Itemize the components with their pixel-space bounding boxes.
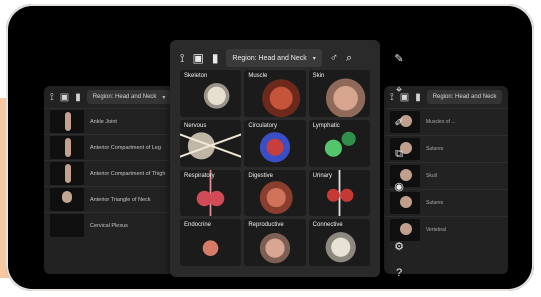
system-tile[interactable]: Respiratory xyxy=(180,169,242,217)
system-tile-label: Circulatory xyxy=(248,122,278,129)
app-preview-frame: ⟟ ▣ ▮ Region: Head and Neck ▾ Ankle Join… xyxy=(6,4,534,291)
system-tile-label: Connective xyxy=(312,222,343,229)
system-tile-label: Respiratory xyxy=(184,172,215,179)
system-tile[interactable]: Circulatory xyxy=(244,119,306,167)
system-tile[interactable]: Lymphatic xyxy=(308,119,370,167)
region-dropdown[interactable]: Region: Head and Neck ▾ xyxy=(226,49,322,67)
list-item[interactable]: Anterior Triangle of Neck xyxy=(44,186,184,212)
list-item-label: Sutures xyxy=(426,200,444,206)
system-tile-label: Skin xyxy=(312,73,325,79)
list-thumb xyxy=(50,188,84,211)
system-tile-label: Endocrine xyxy=(184,222,212,229)
help-icon[interactable]: ? xyxy=(396,267,402,279)
center-panel: ⟟ ▣ ▮ Region: Head and Neck ▾ ♂ ⌕ Skelet… xyxy=(170,40,380,277)
chevron-down-icon: ▾ xyxy=(312,55,316,62)
body-systems-grid: Skeleton Muscle Skin Nervous Circulatory… xyxy=(180,70,370,266)
gender-icon[interactable]: ♂ xyxy=(330,52,338,64)
body-icon[interactable]: ⟟ xyxy=(50,92,54,103)
system-tile-label: Nervous xyxy=(184,122,207,129)
system-tile[interactable]: Muscle xyxy=(244,70,306,117)
bookmark-icon[interactable]: ▮ xyxy=(75,92,81,103)
list-item-label: Sutures xyxy=(426,146,444,152)
list-thumb xyxy=(50,162,84,185)
list-item[interactable]: Ankle Joint xyxy=(44,108,184,134)
share-icon[interactable]: ⧉ xyxy=(391,146,407,162)
system-tile-label: Skeleton xyxy=(184,73,208,79)
system-tile[interactable]: Connective xyxy=(308,219,370,266)
center-toolbar: ⟟ ▣ ▮ Region: Head and Neck ▾ ♂ ⌕ xyxy=(170,46,380,70)
left-toolbar: ⟟ ▣ ▮ Region: Head and Neck ▾ xyxy=(44,86,184,108)
camera-icon[interactable]: ◉ xyxy=(391,178,407,194)
tool-rail-bottom: ⚙ ? xyxy=(386,240,412,279)
system-tile[interactable]: Digestive xyxy=(244,169,306,217)
system-tile[interactable]: Skeleton xyxy=(180,70,242,117)
system-tile[interactable]: Skin xyxy=(308,70,370,117)
pen-icon[interactable]: ✎ xyxy=(391,50,407,66)
system-tile[interactable]: Reproductive xyxy=(244,219,306,266)
list-thumb xyxy=(50,136,84,159)
system-tile[interactable]: Urinary xyxy=(308,169,370,217)
region-dropdown[interactable]: Region: Head and Neck ▾ xyxy=(86,90,172,104)
pin-icon[interactable]: ⌖ xyxy=(391,82,407,98)
list-item[interactable]: Anterior Compartment of Thigh xyxy=(44,160,184,186)
list-thumb xyxy=(50,214,84,237)
list-item-label: Anterior Triangle of Neck xyxy=(90,196,151,203)
system-tile-label: Urinary xyxy=(312,172,332,179)
list-item[interactable]: Anterior Compartment of Leg xyxy=(44,134,184,160)
highlighter-icon[interactable]: ✐ xyxy=(391,114,407,130)
left-panel: ⟟ ▣ ▮ Region: Head and Neck ▾ Ankle Join… xyxy=(44,86,184,274)
region-dropdown[interactable]: Region: Head and Neck xyxy=(426,90,503,104)
list-item-label: Anterior Compartment of Leg xyxy=(90,144,161,151)
box-icon[interactable]: ▣ xyxy=(192,51,203,65)
list-item-label: Skull xyxy=(426,173,437,179)
settings-icon[interactable]: ⚙ xyxy=(394,240,404,253)
list-item-label: Ankle Joint xyxy=(90,118,117,125)
system-tile-label: Digestive xyxy=(248,172,274,179)
system-tile[interactable]: Nervous xyxy=(180,119,242,167)
system-tile-label: Lymphatic xyxy=(312,122,340,129)
system-tile[interactable]: Endocrine xyxy=(180,219,242,266)
list-item-label: Anterior Compartment of Thigh xyxy=(90,170,166,177)
tool-rail: ✎ ⌖ ✐ ⧉ ◉ xyxy=(386,50,412,272)
list-item-label: Cervical Plexus xyxy=(90,222,128,229)
left-list: Ankle Joint Anterior Compartment of Leg … xyxy=(44,108,184,274)
region-label: Region: Head and Neck xyxy=(432,94,497,100)
search-icon[interactable]: ⌕ xyxy=(346,52,352,65)
system-tile-label: Reproductive xyxy=(248,222,284,229)
region-label: Region: Head and Neck xyxy=(92,94,157,100)
list-item[interactable]: Cervical Plexus xyxy=(44,212,184,238)
box-icon[interactable]: ▣ xyxy=(60,92,69,103)
region-label: Region: Head and Neck xyxy=(232,54,307,62)
system-tile-label: Muscle xyxy=(248,73,268,79)
list-item-label: Muscles of ... xyxy=(426,119,456,125)
bookmark-icon[interactable]: ▮ xyxy=(415,92,421,103)
body-icon[interactable]: ⟟ xyxy=(180,51,184,66)
bookmark-icon[interactable]: ▮ xyxy=(212,51,219,65)
list-item-label: Vertebral xyxy=(426,227,447,233)
list-thumb xyxy=(50,110,84,133)
chevron-down-icon: ▾ xyxy=(162,94,166,101)
